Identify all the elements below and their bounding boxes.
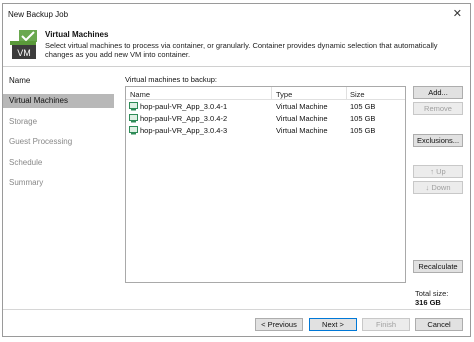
vm-icon: [129, 114, 138, 123]
next-button[interactable]: Next >: [309, 318, 357, 331]
vm-row[interactable]: hop-paul-VR_App_3.0.4-3 Virtual Machine …: [126, 125, 405, 136]
vm-list[interactable]: Name Type Size hop-paul-VR_App_3.0.4-1 V…: [125, 86, 406, 283]
exclusions-button[interactable]: Exclusions...: [413, 134, 463, 147]
column-divider[interactable]: [346, 87, 347, 100]
window-title: New Backup Job: [8, 10, 69, 19]
backup-job-window: New Backup Job ✕ VM Virtual Machines Sel…: [2, 3, 471, 337]
sidebar-item-name[interactable]: Name: [3, 74, 114, 88]
vm-icon-text: VM: [17, 48, 31, 58]
vm-icon: [129, 126, 138, 135]
column-header-size[interactable]: Size: [350, 90, 365, 99]
down-label: Down: [431, 183, 451, 192]
sidebar-item-label: Guest Processing: [9, 137, 73, 146]
vm-list-header: Name Type Size: [126, 87, 405, 100]
up-label: Up: [436, 167, 446, 176]
wizard-steps-sidebar: Name Virtual Machines Storage Guest Proc…: [3, 68, 115, 309]
vm-icon: [129, 102, 138, 111]
vm-name: hop-paul-VR_App_3.0.4-3: [140, 126, 228, 135]
vm-size: 105 GB: [350, 102, 376, 111]
sidebar-item-summary[interactable]: Summary: [3, 176, 114, 190]
vm-size: 105 GB: [350, 114, 376, 123]
vm-header-icon: VM: [10, 30, 37, 59]
wizard-header: VM Virtual Machines Select virtual machi…: [3, 24, 470, 67]
vm-row[interactable]: hop-paul-VR_App_3.0.4-2 Virtual Machine …: [126, 113, 405, 124]
vm-name: hop-paul-VR_App_3.0.4-2: [140, 114, 228, 123]
vm-size: 105 GB: [350, 126, 376, 135]
up-button[interactable]: ↑ Up: [413, 165, 463, 178]
remove-button[interactable]: Remove: [413, 102, 463, 115]
add-button[interactable]: Add...: [413, 86, 463, 99]
column-divider[interactable]: [271, 87, 272, 100]
step-description: Select virtual machines to process via c…: [45, 41, 438, 59]
total-size-value: 316 GB: [415, 298, 441, 307]
previous-button[interactable]: < Previous: [255, 318, 303, 331]
sidebar-item-virtual-machines[interactable]: Virtual Machines: [3, 94, 114, 108]
sidebar-item-schedule[interactable]: Schedule: [3, 156, 114, 170]
sidebar-item-storage[interactable]: Storage: [3, 115, 114, 129]
vm-list-label: Virtual machines to backup:: [125, 75, 217, 84]
sidebar-item-label: Schedule: [9, 158, 43, 167]
sidebar-item-guest-processing[interactable]: Guest Processing: [3, 135, 114, 149]
vm-type: Virtual Machine: [276, 114, 328, 123]
total-size-label: Total size:: [415, 289, 449, 298]
title-bar: New Backup Job ✕: [3, 4, 470, 24]
cancel-button[interactable]: Cancel: [415, 318, 463, 331]
sidebar-item-label: Summary: [9, 178, 44, 187]
sidebar-item-label: Storage: [9, 117, 38, 126]
column-header-type[interactable]: Type: [276, 90, 292, 99]
column-header-name[interactable]: Name: [130, 90, 150, 99]
vm-row[interactable]: hop-paul-VR_App_3.0.4-1 Virtual Machine …: [126, 101, 405, 112]
step-title: Virtual Machines: [45, 30, 109, 39]
footer-divider: [3, 309, 470, 310]
down-button[interactable]: ↓ Down: [413, 181, 463, 194]
vm-type: Virtual Machine: [276, 102, 328, 111]
sidebar-item-label: Name: [9, 76, 31, 85]
vm-type: Virtual Machine: [276, 126, 328, 135]
close-icon[interactable]: ✕: [453, 7, 462, 20]
recalculate-button[interactable]: Recalculate: [413, 260, 463, 273]
vm-name: hop-paul-VR_App_3.0.4-1: [140, 102, 228, 111]
sidebar-item-label: Virtual Machines: [9, 96, 68, 105]
finish-button[interactable]: Finish: [362, 318, 410, 331]
